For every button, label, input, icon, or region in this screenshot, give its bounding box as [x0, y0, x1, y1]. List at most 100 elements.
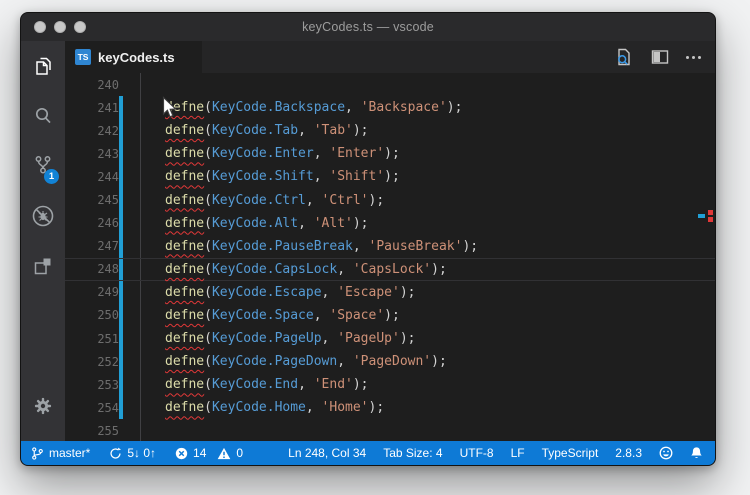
activity-item-explorer[interactable]	[21, 41, 65, 91]
typescript-version[interactable]: 2.8.3	[615, 446, 642, 460]
line-number: 249	[97, 285, 119, 300]
modified-line-indicator	[119, 165, 123, 189]
modified-line-indicator	[119, 373, 123, 397]
modified-line-indicator	[119, 303, 123, 328]
status-bar: master* 5↓ 0↑ 14 0 Ln 248, Col 34 Tab Si…	[21, 441, 715, 465]
extensions-icon	[34, 258, 51, 275]
code-line[interactable]: 242 defne(KeyCode.Tab, 'Tab');	[65, 119, 715, 143]
code-line[interactable]: 240	[65, 73, 715, 96]
code-line[interactable]: 249 defne(KeyCode.Escape, 'Escape');	[65, 280, 715, 304]
code-text: defne(KeyCode.Alt, 'Alt');	[165, 215, 369, 231]
notifications-button[interactable]	[690, 446, 703, 460]
code-line[interactable]: 255	[65, 419, 715, 441]
code-line[interactable]: 243 defne(KeyCode.Enter, 'Enter');	[65, 142, 715, 166]
activity-item-extensions[interactable]	[21, 241, 65, 291]
modified-line-indicator	[119, 327, 123, 351]
split-editor-button[interactable]	[650, 47, 670, 67]
code-line[interactable]: 241 defne(KeyCode.Backspace, 'Backspace')…	[65, 96, 715, 120]
code-line[interactable]: 247 defne(KeyCode.PauseBreak, 'PauseBreak…	[65, 234, 715, 258]
code-line[interactable]: 254 defne(KeyCode.Home, 'Home');	[65, 396, 715, 420]
code-text: defne(KeyCode.End, 'End');	[165, 377, 369, 393]
line-number: 250	[97, 308, 119, 323]
activity-item-source-control[interactable]: 1	[21, 141, 65, 191]
editor-tab-bar: TS keyCodes.ts	[65, 41, 715, 73]
vscode-window: keyCodes.ts — vscode 1 TS keyCodes.ts 24…	[20, 12, 716, 466]
scm-changes-badge: 1	[44, 169, 59, 184]
code-text: defne(KeyCode.Home, 'Home');	[165, 400, 385, 416]
code-line[interactable]: 251 defne(KeyCode.PageUp, 'PageUp');	[65, 327, 715, 351]
encoding-indicator[interactable]: UTF-8	[460, 446, 494, 460]
problems-status[interactable]: 14 0	[175, 446, 243, 460]
code-line[interactable]: 253 defne(KeyCode.End, 'End');	[65, 373, 715, 397]
code-line[interactable]: 245 defne(KeyCode.Ctrl, 'Ctrl');	[65, 188, 715, 212]
overview-ruler-modified-mark	[698, 214, 705, 218]
modified-line-indicator	[119, 188, 123, 212]
branch-label: master*	[49, 446, 91, 460]
code-text: defne(KeyCode.PauseBreak, 'PauseBreak');	[165, 238, 479, 254]
warning-count: 0	[236, 446, 244, 460]
line-number: 248	[97, 262, 119, 277]
more-actions-button[interactable]	[686, 55, 701, 59]
code-text: defne(KeyCode.Enter, 'Enter');	[165, 146, 400, 162]
code-text: defne(KeyCode.Backspace, 'Backspace');	[165, 100, 463, 116]
modified-line-indicator	[119, 142, 123, 166]
search-icon	[35, 107, 51, 124]
gear-icon	[34, 397, 52, 415]
language-mode[interactable]: TypeScript	[542, 446, 599, 460]
modified-line-indicator	[119, 396, 123, 420]
git-branch-status[interactable]: master*	[31, 446, 90, 461]
code-line[interactable]: 252 defne(KeyCode.PageDown, 'PageDown');	[65, 350, 715, 374]
code-editor[interactable]: 240 241 defne(KeyCode.Backspace, 'Backspac…	[65, 73, 715, 441]
activity-bar: 1	[21, 41, 65, 441]
ellipsis-icon	[686, 55, 701, 59]
sync-counts: 5↓ 0↑	[127, 446, 157, 460]
debug-no-bug-icon	[32, 205, 54, 227]
line-number: 241	[97, 100, 119, 115]
code-line[interactable]: 244 defne(KeyCode.Shift, 'Shift');	[65, 165, 715, 189]
sync-status[interactable]: 5↓ 0↑	[109, 446, 156, 460]
editor-actions	[614, 41, 715, 73]
activity-item-settings[interactable]	[21, 381, 65, 431]
tab-label: keyCodes.ts	[98, 49, 175, 65]
zoom-window-button[interactable]	[74, 21, 86, 33]
find-in-file-icon	[618, 48, 630, 66]
smiley-icon	[659, 446, 673, 460]
line-number: 246	[97, 216, 119, 231]
feedback-button[interactable]	[659, 446, 673, 460]
code-text: defne(KeyCode.Tab, 'Tab');	[165, 123, 369, 139]
line-number: 242	[97, 123, 119, 138]
editor-lines: 240 241 defne(KeyCode.Backspace, 'Backspac…	[65, 73, 715, 441]
tab-keycodes-ts[interactable]: TS keyCodes.ts	[65, 41, 202, 73]
code-text: defne(KeyCode.CapsLock, 'CapsLock');	[165, 261, 447, 277]
modified-line-indicator	[119, 258, 123, 280]
line-number: 251	[97, 331, 119, 346]
code-text: defne(KeyCode.Space, 'Space');	[165, 307, 400, 323]
minimize-window-button[interactable]	[54, 21, 66, 33]
error-count: 14	[193, 446, 207, 460]
window-title: keyCodes.ts — vscode	[302, 20, 434, 34]
desktop-background: keyCodes.ts — vscode 1 TS keyCodes.ts 24…	[0, 0, 750, 495]
code-line[interactable]: 250 defne(KeyCode.Space, 'Space');	[65, 303, 715, 328]
line-number: 252	[97, 354, 119, 369]
code-line[interactable]: 246 defne(KeyCode.Alt, 'Alt');	[65, 211, 715, 235]
code-text: defne(KeyCode.Escape, 'Escape');	[165, 284, 416, 300]
line-number: 243	[97, 146, 119, 161]
code-text: defne(KeyCode.Shift, 'Shift');	[165, 169, 400, 185]
title-bar: keyCodes.ts — vscode	[21, 13, 715, 41]
line-number: 247	[97, 239, 119, 254]
modified-line-indicator	[119, 119, 123, 143]
code-line[interactable]: 248 defne(KeyCode.CapsLock, 'CapsLock');	[65, 257, 715, 281]
code-text: defne(KeyCode.Ctrl, 'Ctrl');	[165, 192, 385, 208]
tab-size-indicator[interactable]: Tab Size: 4	[383, 446, 442, 460]
activity-item-search[interactable]	[21, 91, 65, 141]
code-text: defne(KeyCode.PageUp, 'PageUp');	[165, 331, 416, 347]
overview-ruler-error-mark	[708, 210, 713, 215]
cursor-position[interactable]: Ln 248, Col 34	[288, 446, 366, 460]
activity-item-debug[interactable]	[21, 191, 65, 241]
close-window-button[interactable]	[34, 21, 46, 33]
typescript-file-icon: TS	[75, 49, 91, 65]
eol-indicator[interactable]: LF	[511, 446, 525, 460]
modified-line-indicator	[119, 234, 123, 258]
modified-line-indicator	[119, 96, 123, 120]
find-in-file-button[interactable]	[614, 47, 634, 67]
